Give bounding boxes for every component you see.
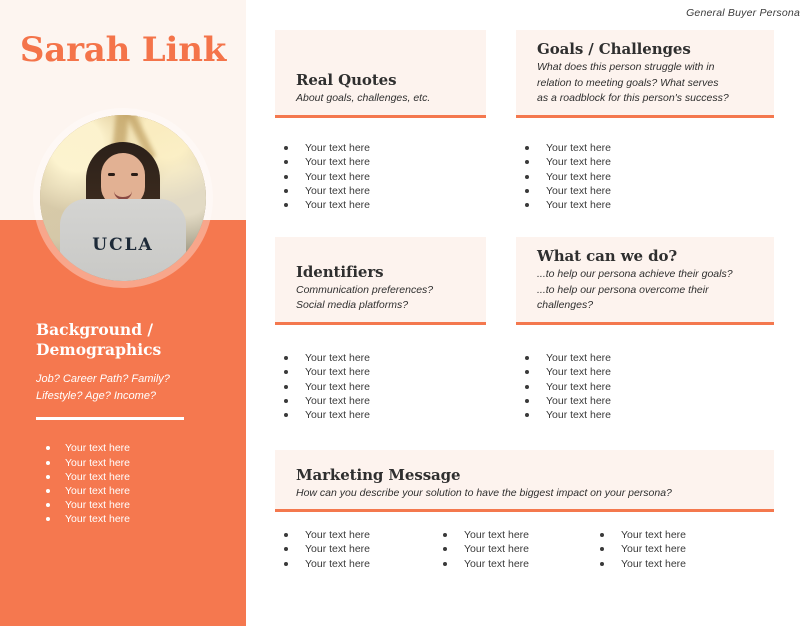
card-marketing-message-text: Marketing Message How can you describe y… <box>296 466 760 501</box>
list-item: Your text here <box>275 170 475 184</box>
list-item: Your text here <box>275 155 475 169</box>
card-real-quotes-text: Real Quotes About goals, challenges, etc… <box>296 71 472 106</box>
list-item: Your text here <box>516 170 746 184</box>
list-item: Your text here <box>275 528 435 542</box>
list-item: Your text here <box>516 351 746 365</box>
list-item: Your text here <box>591 528 751 542</box>
card-real-quotes: Real Quotes About goals, challenges, etc… <box>275 30 486 118</box>
list-item: Your text here <box>434 557 594 571</box>
sidebar-panel: Sarah Link UCLA Background / Demographic… <box>0 0 246 626</box>
avatar-eye-left <box>108 173 115 176</box>
card-what-can-we-do: What can we do? ...to help our persona a… <box>516 237 774 325</box>
list-item: Your text here <box>516 155 746 169</box>
list-item: Your text here <box>275 184 475 198</box>
card-identifiers: Identifiers Communication preferences? S… <box>275 237 486 325</box>
list-item: Your text here <box>44 441 214 455</box>
list-item: Your text here <box>275 141 475 155</box>
list-item: Your text here <box>44 470 214 484</box>
list-item: Your text here <box>516 408 746 422</box>
background-demographics-subtitle: Job? Career Path? Family? Lifestyle? Age… <box>36 372 170 402</box>
main-panel: General Buyer Persona Real Quotes About … <box>246 0 812 626</box>
real-quotes-list: Your text here Your text here Your text he… <box>275 141 475 212</box>
list-item: Your text here <box>434 542 594 556</box>
list-item: Your text here <box>275 408 475 422</box>
marketing-message-list-column-1: Your text here Your text here Your text he… <box>275 528 435 571</box>
what-can-we-do-list: Your text here Your text here Your text he… <box>516 351 746 422</box>
card-goals-challenges-title: Goals / Challenges <box>537 40 691 59</box>
list-item: Your text here <box>591 557 751 571</box>
list-item: Your text here <box>275 394 475 408</box>
marketing-message-list-column-3: Your text here Your text here Your text he… <box>591 528 751 571</box>
list-item: Your text here <box>44 498 214 512</box>
list-item: Your text here <box>516 141 746 155</box>
list-item: Your text here <box>275 380 475 394</box>
card-goals-challenges: Goals / Challenges What does this person… <box>516 30 774 118</box>
list-item: Your text here <box>44 484 214 498</box>
marketing-message-list-column-2: Your text here Your text here Your text he… <box>434 528 594 571</box>
card-marketing-message-subtitle: How can you describe your solution to ha… <box>296 486 672 499</box>
document-label: General Buyer Persona <box>686 7 800 19</box>
list-item: Your text here <box>516 394 746 408</box>
sidebar-divider <box>36 417 184 421</box>
card-marketing-message-title: Marketing Message <box>296 465 461 484</box>
avatar-sweatshirt-text: UCLA <box>92 235 154 255</box>
background-demographics-list: Your text here Your text here Your text he… <box>36 441 214 526</box>
card-what-can-we-do-title: What can we do? <box>537 247 678 266</box>
list-item: Your text here <box>275 365 475 379</box>
persona-name: Sarah Link <box>19 30 227 70</box>
list-item: Your text here <box>591 542 751 556</box>
persona-canvas: Sarah Link UCLA Background / Demographic… <box>0 0 812 626</box>
background-demographics-heading: Background / Demographics <box>36 320 162 360</box>
sidebar-content: Background / Demographics Job? Career Pa… <box>36 320 214 527</box>
card-what-can-we-do-text: What can we do? ...to help our persona a… <box>537 247 760 313</box>
card-real-quotes-title: Real Quotes <box>296 70 397 89</box>
list-item: Your text here <box>434 528 594 542</box>
card-marketing-message: Marketing Message How can you describe y… <box>275 450 774 512</box>
list-item: Your text here <box>275 542 435 556</box>
list-item: Your text here <box>44 512 214 526</box>
avatar-eye-right <box>131 173 138 176</box>
card-goals-challenges-subtitle: What does this person struggle with in r… <box>537 61 729 104</box>
card-identifiers-text: Identifiers Communication preferences? S… <box>296 263 472 313</box>
avatar: UCLA <box>40 115 206 281</box>
list-item: Your text here <box>275 351 475 365</box>
list-item: Your text here <box>516 198 746 212</box>
goals-challenges-list: Your text here Your text here Your text he… <box>516 141 746 212</box>
list-item: Your text here <box>275 557 435 571</box>
card-real-quotes-subtitle: About goals, challenges, etc. <box>296 91 431 104</box>
card-identifiers-subtitle: Communication preferences? Social media … <box>296 283 434 311</box>
identifiers-list: Your text here Your text here Your text he… <box>275 351 475 422</box>
card-identifiers-title: Identifiers <box>296 262 384 281</box>
card-what-can-we-do-subtitle: ...to help our persona achieve their goa… <box>537 268 733 311</box>
list-item: Your text here <box>44 456 214 470</box>
list-item: Your text here <box>516 365 746 379</box>
card-goals-challenges-text: Goals / Challenges What does this person… <box>537 40 760 106</box>
list-item: Your text here <box>275 198 475 212</box>
list-item: Your text here <box>516 184 746 198</box>
list-item: Your text here <box>516 380 746 394</box>
